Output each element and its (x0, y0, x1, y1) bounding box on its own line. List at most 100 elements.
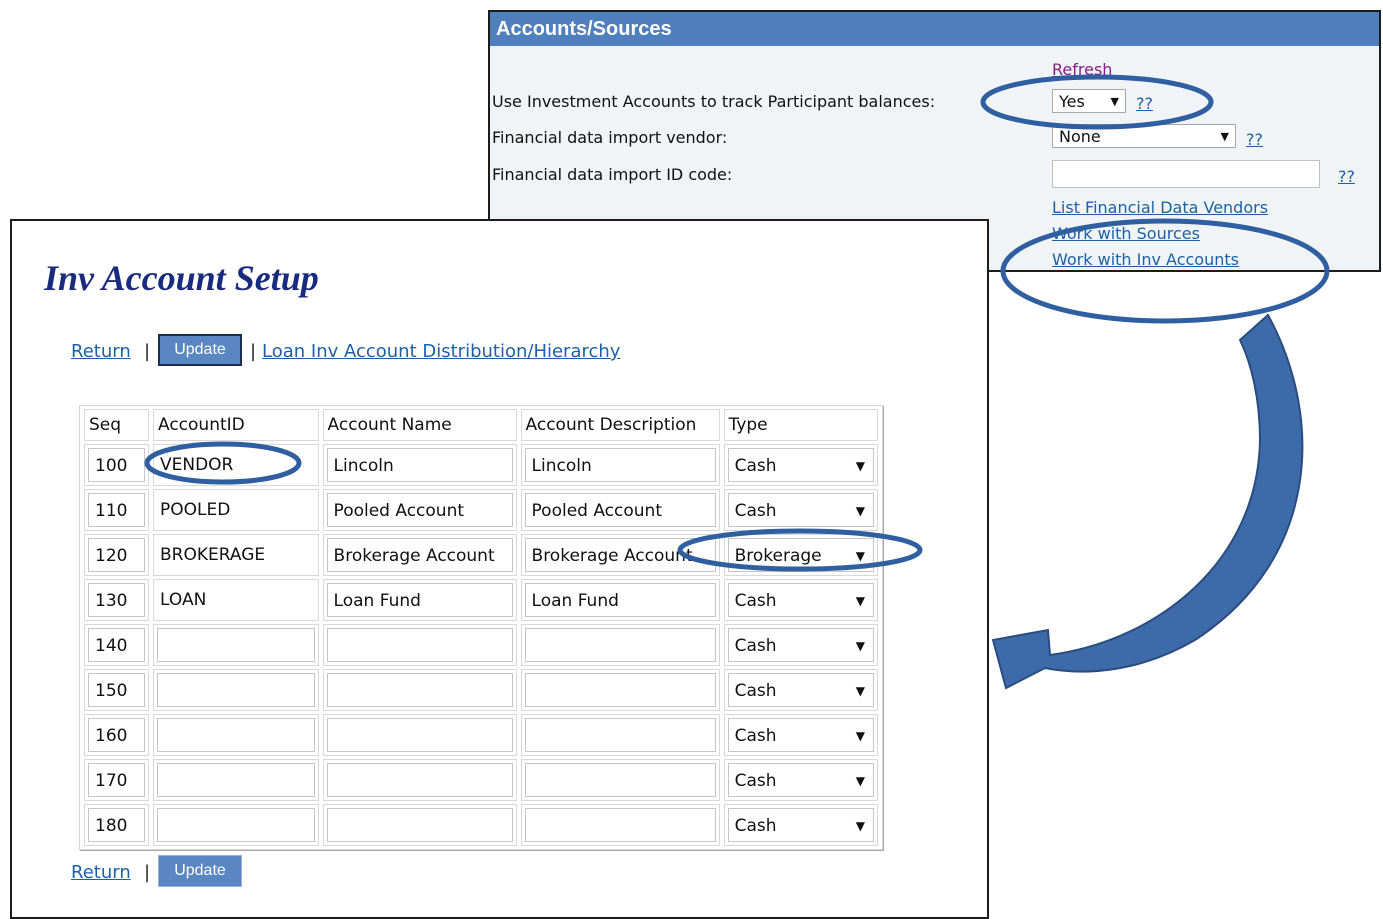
loan-distribution-link[interactable]: Loan Inv Account Distribution/Hierarchy (262, 341, 620, 362)
account-name-cell (322, 759, 517, 801)
dropdown-arrow-icon: ▼ (855, 594, 865, 608)
seq-cell: 130 (84, 579, 149, 621)
import-vendor-select[interactable]: None ▼ (1052, 124, 1236, 148)
curved-arrow-icon (991, 313, 1304, 690)
update-button[interactable]: Update (158, 855, 242, 887)
separator: | (250, 341, 257, 362)
table-row: 150 Cash ▼ (84, 669, 878, 711)
seq-input[interactable]: 150 (88, 673, 145, 707)
account-description-input[interactable] (524, 673, 716, 707)
use-inv-accounts-select[interactable]: Yes ▼ (1052, 89, 1126, 113)
type-select[interactable]: Cash ▼ (727, 493, 874, 527)
account-description-input[interactable] (524, 808, 716, 842)
table-row: 110 POOLED Pooled Account Pooled Account Cas… (84, 489, 878, 531)
seq-cell: 140 (84, 624, 149, 666)
page-title: Inv Account Setup (44, 258, 319, 298)
import-id-code-label: Financial data import ID code: (492, 165, 733, 184)
seq-input[interactable]: 140 (88, 628, 145, 662)
type-value: Cash (734, 816, 777, 836)
account-description-input[interactable] (524, 628, 716, 662)
type-cell: Cash ▼ (723, 714, 878, 756)
table-row: 100 VENDOR Lincoln Lincoln Cash ▼ (84, 444, 878, 486)
type-value: Cash (734, 636, 777, 656)
import-id-code-input[interactable] (1052, 160, 1320, 188)
accountid-input[interactable]: BROKERAGE (154, 538, 318, 572)
accountid-cell (153, 804, 319, 846)
type-cell: Cash ▼ (723, 489, 878, 531)
account-description-input[interactable] (524, 718, 716, 752)
account-description-input[interactable]: Loan Fund (524, 583, 716, 617)
account-name-input[interactable]: Loan Fund (326, 583, 513, 617)
seq-input[interactable]: 110 (88, 493, 145, 527)
work-with-sources-link[interactable]: Work with Sources (1052, 224, 1200, 243)
refresh-link[interactable]: Refresh (1052, 60, 1112, 79)
table-row: 170 Cash ▼ (84, 759, 878, 801)
accountid-input[interactable] (157, 673, 315, 707)
type-value: Cash (734, 501, 777, 521)
help-link[interactable]: ?? (1136, 94, 1153, 113)
account-name-input[interactable] (326, 673, 513, 707)
accountid-cell: BROKERAGE (153, 534, 319, 576)
help-link[interactable]: ?? (1246, 130, 1263, 149)
type-cell: Cash ▼ (723, 579, 878, 621)
dropdown-arrow-icon: ▼ (855, 684, 865, 698)
account-description-input[interactable] (524, 763, 716, 797)
help-link[interactable]: ?? (1338, 167, 1355, 186)
seq-input[interactable]: 130 (88, 583, 145, 617)
type-select[interactable]: Brokerage ▼ (727, 538, 874, 572)
type-cell: Cash ▼ (723, 759, 878, 801)
type-select[interactable]: Cash ▼ (727, 673, 874, 707)
return-link[interactable]: Return (71, 341, 131, 362)
type-select[interactable]: Cash ▼ (727, 448, 874, 482)
seq-input[interactable]: 180 (88, 808, 145, 842)
update-button[interactable]: Update (158, 334, 242, 366)
type-select[interactable]: Cash ▼ (727, 628, 874, 662)
accountid-input[interactable] (157, 808, 315, 842)
type-cell: Brokerage ▼ (723, 534, 878, 576)
separator: | (144, 341, 151, 362)
account-name-input[interactable]: Pooled Account (326, 493, 513, 527)
account-description-cell (520, 759, 720, 801)
type-select[interactable]: Cash ▼ (727, 808, 874, 842)
accountid-input[interactable]: VENDOR (154, 448, 318, 482)
accountid-cell (153, 624, 319, 666)
account-name-input[interactable]: Lincoln (326, 448, 513, 482)
seq-input[interactable]: 160 (88, 718, 145, 752)
accountid-input[interactable] (157, 718, 315, 752)
type-value: Cash (734, 591, 777, 611)
account-description-input[interactable]: Brokerage Account (524, 538, 716, 572)
type-select[interactable]: Cash ▼ (727, 718, 874, 752)
dropdown-arrow-icon: ▼ (855, 504, 865, 518)
type-cell: Cash ▼ (723, 444, 878, 486)
return-link[interactable]: Return (71, 862, 131, 883)
use-inv-accounts-label: Use Investment Accounts to track Partici… (492, 92, 936, 111)
accountid-cell: LOAN (153, 579, 319, 621)
type-select[interactable]: Cash ▼ (727, 763, 874, 797)
account-name-input[interactable] (326, 763, 513, 797)
seq-input[interactable]: 120 (88, 538, 145, 572)
account-description-input[interactable]: Pooled Account (524, 493, 716, 527)
accountid-input[interactable]: POOLED (154, 493, 318, 527)
seq-cell: 110 (84, 489, 149, 531)
type-value: Cash (734, 681, 777, 701)
accountid-cell (153, 669, 319, 711)
account-description-input[interactable]: Lincoln (524, 448, 716, 482)
accountid-input[interactable]: LOAN (154, 583, 318, 617)
account-name-input[interactable]: Brokerage Account (326, 538, 513, 572)
account-description-cell (520, 669, 720, 711)
account-name-input[interactable] (326, 718, 513, 752)
accountid-input[interactable] (157, 763, 315, 797)
account-name-input[interactable] (326, 808, 513, 842)
accountid-input[interactable] (157, 628, 315, 662)
account-name-input[interactable] (326, 628, 513, 662)
work-with-inv-accounts-link[interactable]: Work with Inv Accounts (1052, 250, 1239, 269)
select-value: None (1059, 127, 1101, 146)
account-description-cell: Pooled Account (520, 489, 720, 531)
accountid-cell: VENDOR (153, 444, 319, 486)
seq-input[interactable]: 100 (88, 448, 145, 482)
select-value: Yes (1059, 92, 1085, 111)
type-select[interactable]: Cash ▼ (727, 583, 874, 617)
seq-input[interactable]: 170 (88, 763, 145, 797)
list-financial-data-vendors-link[interactable]: List Financial Data Vendors (1052, 198, 1268, 217)
type-value: Cash (734, 771, 777, 791)
